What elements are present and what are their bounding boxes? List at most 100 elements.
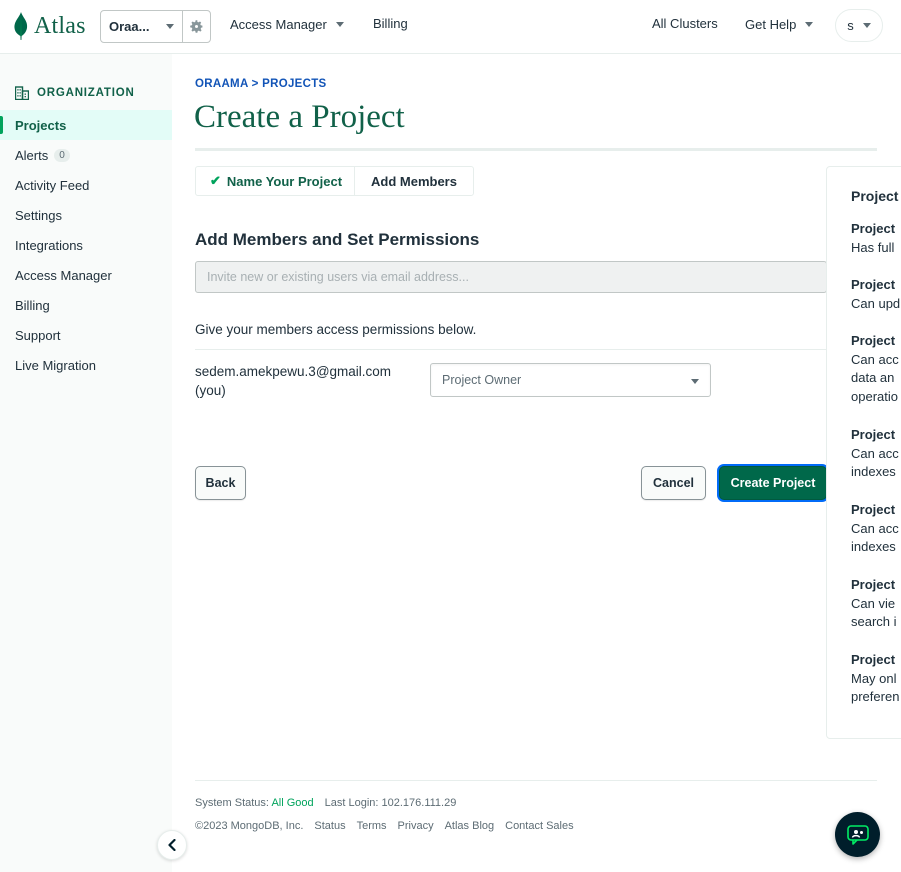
caret-down-icon [335, 22, 344, 27]
footer-link-contact-sales[interactable]: Contact Sales [505, 820, 573, 832]
role-desc-line: operatio [851, 388, 898, 404]
step-name-your-project[interactable]: ✔ Name Your Project [196, 167, 355, 195]
member-role-value: Project Owner [442, 373, 522, 387]
gear-icon[interactable] [183, 11, 210, 42]
sidebar-item-label: Billing [15, 297, 50, 313]
billing-label: Billing [373, 16, 408, 31]
sidebar-item-integrations[interactable]: Integrations [0, 230, 172, 260]
gear-icon-svg [190, 20, 203, 33]
role-desc-line: Can acc [851, 445, 899, 461]
step-label: Add Members [371, 173, 457, 189]
sidebar-header-label: ORGANIZATION [37, 87, 135, 99]
role-name: Project [851, 652, 896, 667]
role-desc-line: May onl [851, 670, 897, 686]
access-manager-label: Access Manager [230, 17, 327, 32]
collapse-sidebar-button[interactable] [157, 830, 187, 860]
building-icon [15, 86, 29, 100]
top-navbar: Atlas Oraa... Access Manager Billing All… [0, 0, 901, 54]
create-project-button[interactable]: Create Project [719, 466, 827, 500]
sidebar-item-label: Live Migration [15, 357, 96, 373]
cancel-button[interactable]: Cancel [641, 466, 706, 500]
atlas-logo[interactable]: Atlas [14, 10, 86, 42]
mongodb-leaf-icon [14, 12, 28, 40]
all-clusters-link[interactable]: All Clusters [652, 16, 718, 31]
page-title: Create a Project [194, 99, 405, 135]
caret-down-icon [166, 24, 174, 29]
get-help-label: Get Help [745, 17, 797, 32]
step-add-members: Add Members [354, 167, 473, 195]
role-description: Project Can acc data an operatio [851, 332, 901, 406]
org-name: Oraa... [109, 19, 150, 34]
org-dropdown[interactable]: Oraa... [101, 11, 183, 42]
logo-text: Atlas [34, 12, 86, 39]
sidebar-item-label: Activity Feed [15, 177, 90, 193]
sidebar-item-label: Projects [15, 117, 67, 133]
role-desc-line: Can vie [851, 595, 896, 611]
sidebar-item-projects[interactable]: Projects [0, 110, 172, 140]
member-role-select[interactable]: Project Owner [430, 363, 711, 397]
role-desc-line: preferen [851, 689, 900, 704]
sidebar-item-label: Alerts [15, 147, 49, 163]
footer-link-privacy[interactable]: Privacy [398, 820, 434, 832]
role-desc-line: Can acc [851, 520, 899, 536]
role-desc-line: indexes [851, 539, 896, 554]
role-name: Project [851, 221, 896, 236]
sidebar-item-alerts[interactable]: Alerts 0 [0, 140, 172, 170]
role-description: Project Can acc indexes [851, 426, 901, 482]
permissions-description: Give your members access permissions bel… [195, 322, 477, 337]
billing-link[interactable]: Billing [373, 16, 408, 31]
sidebar: ORGANIZATION Projects Alerts 0 Activity … [0, 54, 172, 872]
project-roles-panel: Project Project Has full Project Can upd… [826, 166, 901, 739]
permissions-divider [195, 349, 827, 350]
breadcrumb-projects[interactable]: PROJECTS [262, 78, 326, 90]
role-name: Project [851, 333, 896, 348]
system-status-value[interactable]: All Good [271, 797, 313, 809]
role-description: Project Can acc indexes [851, 501, 901, 557]
role-description: Project Has full [851, 220, 901, 257]
chevron-left-icon [168, 839, 176, 851]
title-divider [195, 148, 877, 151]
breadcrumb-separator: > [248, 78, 263, 90]
breadcrumb-org[interactable]: ORAAMA [195, 78, 248, 90]
sidebar-item-live-migration[interactable]: Live Migration [0, 350, 172, 380]
sidebar-item-activity-feed[interactable]: Activity Feed [0, 170, 172, 200]
alerts-count-badge: 0 [54, 148, 70, 162]
role-name: Project [851, 502, 896, 517]
copyright: ©2023 MongoDB, Inc. [195, 820, 304, 832]
sidebar-item-access-manager[interactable]: Access Manager [0, 260, 172, 290]
back-button[interactable]: Back [195, 466, 246, 500]
footer-status: System Status: All Good Last Login: 102.… [195, 797, 456, 809]
caret-down-icon [862, 23, 871, 28]
breadcrumb: ORAAMA > PROJECTS [195, 78, 327, 90]
last-login: Last Login: 102.176.111.29 [324, 797, 457, 809]
wizard-steps: ✔ Name Your Project Add Members [195, 166, 474, 196]
user-initial: s [847, 18, 854, 33]
footer-link-status[interactable]: Status [314, 820, 345, 832]
footer-link-atlas-blog[interactable]: Atlas Blog [445, 820, 495, 832]
all-clusters-label: All Clusters [652, 16, 718, 31]
org-selector[interactable]: Oraa... [100, 10, 211, 43]
footer-link-terms[interactable]: Terms [357, 820, 387, 832]
chat-icon [846, 824, 869, 845]
step-label: Name Your Project [226, 173, 343, 189]
sidebar-item-settings[interactable]: Settings [0, 200, 172, 230]
role-desc-line: Can upd [851, 295, 901, 311]
role-description: Project Can vie search i [851, 576, 901, 632]
get-help-menu[interactable]: Get Help [745, 17, 814, 32]
chat-support-button[interactable] [835, 812, 880, 857]
role-desc-line: indexes [851, 464, 896, 479]
role-desc-line: Has full [851, 239, 895, 255]
role-name: Project [851, 577, 896, 592]
invite-email-input[interactable] [195, 261, 827, 293]
sidebar-item-billing[interactable]: Billing [0, 290, 172, 320]
role-desc-line: Can acc [851, 351, 899, 367]
role-name: Project [851, 277, 896, 292]
user-menu[interactable]: s [835, 9, 883, 42]
access-manager-menu[interactable]: Access Manager [230, 17, 344, 32]
sidebar-item-support[interactable]: Support [0, 320, 172, 350]
sidebar-item-label: Support [15, 327, 61, 343]
footer-links: ©2023 MongoDB, Inc. Status Terms Privacy… [195, 820, 574, 832]
sidebar-header: ORGANIZATION [15, 86, 135, 100]
sidebar-item-label: Integrations [15, 237, 83, 253]
caret-down-icon [691, 379, 699, 384]
